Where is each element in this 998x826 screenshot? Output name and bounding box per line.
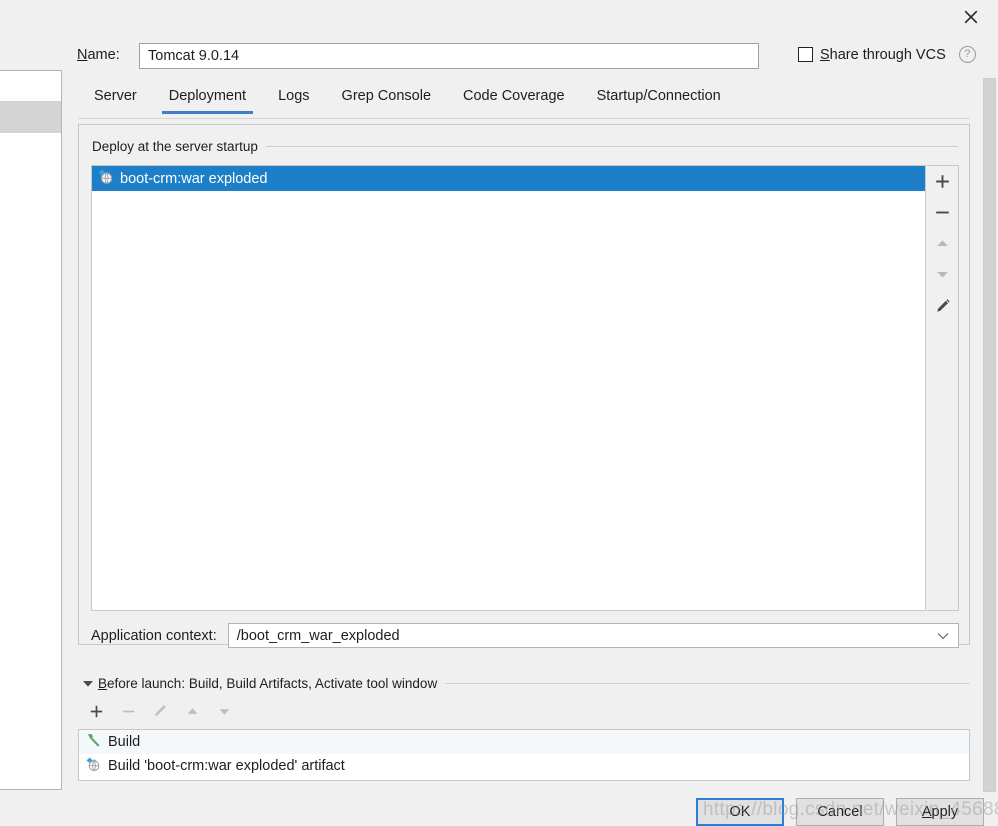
- name-input[interactable]: [139, 43, 759, 69]
- triangle-down-icon[interactable]: [78, 679, 98, 688]
- tab-startup-connection[interactable]: Startup/Connection: [581, 84, 737, 113]
- before-launch-section: Before launch: Build, Build Artifacts, A…: [78, 672, 970, 784]
- deploy-at-startup-legend-label: Deploy at the server startup: [92, 139, 258, 154]
- before-launch-list[interactable]: Build Build 'boot-crm:war exploded' arti…: [78, 729, 970, 781]
- remove-task-button[interactable]: [116, 699, 140, 723]
- name-label-rest: ame:: [87, 47, 120, 63]
- chevron-down-icon[interactable]: [937, 624, 949, 647]
- deployment-list-area: boot-crm:war exploded: [91, 165, 959, 611]
- before-launch-header: Before launch: Build, Build Artifacts, A…: [78, 672, 970, 694]
- before-launch-item-build[interactable]: Build: [79, 730, 969, 754]
- before-launch-item-label: Build 'boot-crm:war exploded' artifact: [108, 758, 345, 774]
- deployment-list-item-label: boot-crm:war exploded: [120, 170, 268, 187]
- apply-label-rest: pply: [931, 804, 959, 820]
- before-launch-toolbar: [84, 698, 236, 724]
- share-label-mnemonic: S: [820, 46, 830, 63]
- tab-deployment[interactable]: Deployment: [153, 84, 262, 114]
- application-context-value: /boot_crm_war_exploded: [236, 627, 400, 644]
- deploy-at-startup-legend: Deploy at the server startup: [92, 139, 958, 154]
- name-row: Name: Share through VCS ?: [0, 43, 998, 71]
- add-button[interactable]: [927, 166, 958, 197]
- before-launch-item-label: Build: [108, 734, 141, 750]
- apply-button[interactable]: Apply: [896, 798, 984, 826]
- run-configuration-dialog: Name: Share through VCS ? Server Deploym…: [0, 0, 998, 826]
- deployment-toolbar: [927, 165, 959, 611]
- cancel-button[interactable]: Cancel: [796, 798, 884, 826]
- move-task-down-button[interactable]: [212, 699, 236, 723]
- deployment-list-item[interactable]: boot-crm:war exploded: [92, 166, 925, 191]
- hammer-icon: [85, 732, 101, 752]
- name-label: Name:: [77, 47, 120, 63]
- tab-logs[interactable]: Logs: [262, 84, 325, 113]
- share-label-rest: hare through VCS: [829, 46, 946, 63]
- deployment-list[interactable]: boot-crm:war exploded: [91, 165, 926, 611]
- move-down-button[interactable]: [927, 259, 958, 290]
- move-up-button[interactable]: [927, 228, 958, 259]
- close-icon[interactable]: [954, 2, 988, 32]
- share-through-vcs-checkbox[interactable]: [798, 47, 813, 62]
- tab-bar: Server Deployment Logs Grep Console Code…: [78, 84, 970, 119]
- edit-button[interactable]: [927, 290, 958, 321]
- before-launch-title-rest: efore launch: Build, Build Artifacts, Ac…: [107, 675, 438, 691]
- share-through-vcs-label: Share through VCS: [820, 47, 946, 63]
- remove-button[interactable]: [927, 197, 958, 228]
- before-launch-title-mnemonic: B: [98, 675, 108, 691]
- tab-grep-console[interactable]: Grep Console: [326, 84, 447, 113]
- legend-divider: [265, 146, 958, 147]
- help-icon[interactable]: ?: [958, 46, 976, 63]
- artifact-icon: [97, 168, 114, 189]
- tab-server[interactable]: Server: [78, 84, 153, 113]
- ok-button[interactable]: OK: [696, 798, 784, 826]
- application-context-label: Application context:: [91, 627, 217, 644]
- artifact-icon: [85, 756, 101, 776]
- dialog-footer: OK Cancel Apply: [0, 798, 998, 826]
- deployment-panel: Deploy at the server startup boot-crm:wa…: [78, 124, 970, 648]
- move-task-up-button[interactable]: [180, 699, 204, 723]
- add-task-button[interactable]: [84, 699, 108, 723]
- tab-code-coverage[interactable]: Code Coverage: [447, 84, 581, 113]
- apply-label-mnemonic: A: [921, 804, 932, 820]
- edit-task-button[interactable]: [148, 699, 172, 723]
- before-launch-title: Before launch: Build, Build Artifacts, A…: [98, 676, 445, 691]
- application-context-combo[interactable]: /boot_crm_war_exploded: [227, 623, 959, 648]
- before-launch-item-artifact[interactable]: Build 'boot-crm:war exploded' artifact: [79, 754, 969, 778]
- before-launch-divider: [445, 682, 970, 684]
- application-context-row: Application context: /boot_crm_war_explo…: [91, 623, 959, 648]
- share-through-vcs-row: Share through VCS ?: [798, 46, 976, 63]
- name-label-mnemonic: N: [77, 47, 88, 63]
